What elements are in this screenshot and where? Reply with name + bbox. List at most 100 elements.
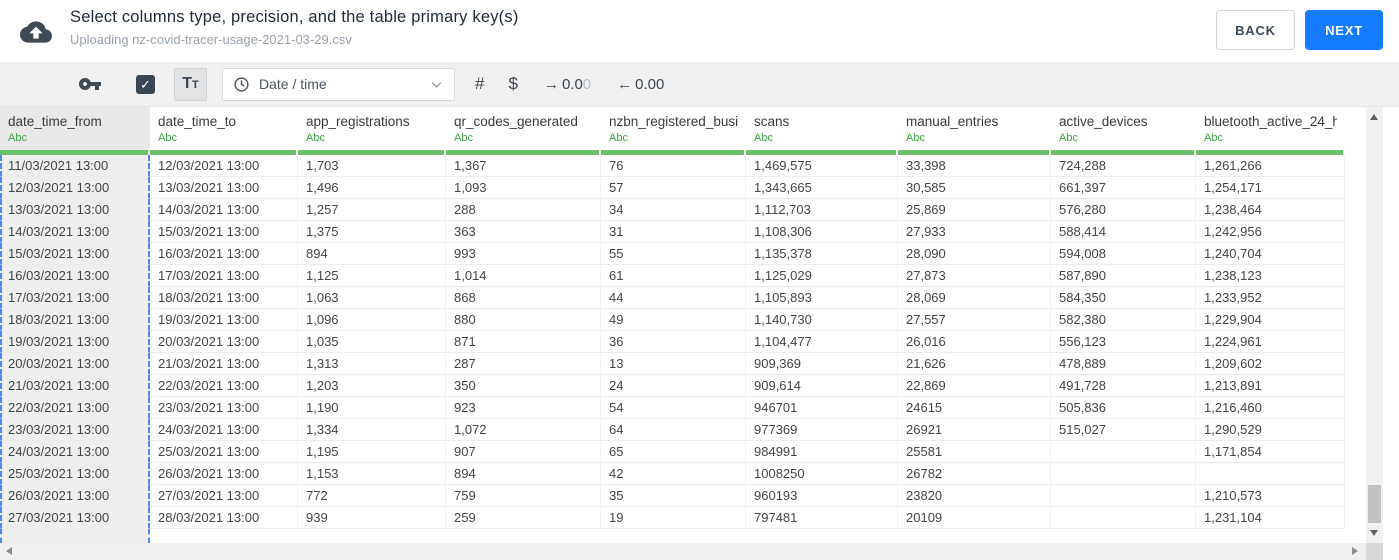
scroll-up-icon[interactable]: [1370, 114, 1378, 120]
table-cell[interactable]: 1,072: [446, 419, 601, 441]
table-cell[interactable]: 1,153: [298, 463, 446, 485]
table-cell[interactable]: 491,728: [1051, 375, 1196, 397]
table-cell[interactable]: 25/03/2021 13:00: [150, 441, 298, 463]
table-cell[interactable]: 1,195: [298, 441, 446, 463]
table-cell[interactable]: 20/03/2021 13:00: [150, 331, 298, 353]
table-cell[interactable]: 909,369: [746, 353, 898, 375]
table-cell[interactable]: 1,093: [446, 177, 601, 199]
table-cell[interactable]: 23/03/2021 13:00: [150, 397, 298, 419]
table-cell[interactable]: 1,313: [298, 353, 446, 375]
table-cell[interactable]: [1051, 463, 1196, 485]
table-cell[interactable]: 1,257: [298, 199, 446, 221]
table-cell[interactable]: 894: [298, 243, 446, 265]
table-cell[interactable]: 19/03/2021 13:00: [150, 309, 298, 331]
table-cell[interactable]: 1,171,854: [1196, 441, 1345, 463]
column-header-scans[interactable]: scans Abc: [746, 107, 898, 155]
table-cell[interactable]: 16/03/2021 13:00: [0, 265, 150, 287]
table-cell[interactable]: 61: [601, 265, 746, 287]
table-cell[interactable]: 288: [446, 199, 601, 221]
table-cell[interactable]: 1,108,306: [746, 221, 898, 243]
table-cell[interactable]: 772: [298, 485, 446, 507]
table-cell[interactable]: 576,280: [1051, 199, 1196, 221]
table-cell[interactable]: 23820: [898, 485, 1051, 507]
table-cell[interactable]: 868: [446, 287, 601, 309]
table-cell[interactable]: 30,585: [898, 177, 1051, 199]
table-cell[interactable]: 14/03/2021 13:00: [150, 199, 298, 221]
table-cell[interactable]: 13/03/2021 13:00: [0, 199, 150, 221]
table-cell[interactable]: 24/03/2021 13:00: [150, 419, 298, 441]
table-cell[interactable]: 724,288: [1051, 155, 1196, 177]
column-header-nzbn_registered_busine[interactable]: nzbn_registered_busine Abc: [601, 107, 746, 155]
table-cell[interactable]: 15/03/2021 13:00: [0, 243, 150, 265]
table-cell[interactable]: 36: [601, 331, 746, 353]
table-cell[interactable]: 1,210,573: [1196, 485, 1345, 507]
table-cell[interactable]: 24/03/2021 13:00: [0, 441, 150, 463]
table-cell[interactable]: 18/03/2021 13:00: [0, 309, 150, 331]
table-cell[interactable]: 12/03/2021 13:00: [0, 177, 150, 199]
table-cell[interactable]: 22,869: [898, 375, 1051, 397]
table-cell[interactable]: 33,398: [898, 155, 1051, 177]
table-cell[interactable]: 1,233,952: [1196, 287, 1345, 309]
table-cell[interactable]: [1051, 507, 1196, 529]
table-cell[interactable]: 1,290,529: [1196, 419, 1345, 441]
scroll-down-icon[interactable]: [1370, 530, 1378, 536]
table-cell[interactable]: 24: [601, 375, 746, 397]
table-cell[interactable]: [1196, 463, 1345, 485]
table-cell[interactable]: 25,869: [898, 199, 1051, 221]
table-cell[interactable]: 55: [601, 243, 746, 265]
column-header-active_devices[interactable]: active_devices Abc: [1051, 107, 1196, 155]
table-cell[interactable]: 923: [446, 397, 601, 419]
table-cell[interactable]: 350: [446, 375, 601, 397]
table-cell[interactable]: 1,375: [298, 221, 446, 243]
table-cell[interactable]: 515,027: [1051, 419, 1196, 441]
table-cell[interactable]: 64: [601, 419, 746, 441]
table-cell[interactable]: 871: [446, 331, 601, 353]
table-cell[interactable]: 13/03/2021 13:00: [150, 177, 298, 199]
table-cell[interactable]: 27,557: [898, 309, 1051, 331]
table-cell[interactable]: 1,014: [446, 265, 601, 287]
table-cell[interactable]: 1,703: [298, 155, 446, 177]
table-cell[interactable]: 1,209,602: [1196, 353, 1345, 375]
table-cell[interactable]: 19: [601, 507, 746, 529]
scroll-left-icon[interactable]: [6, 547, 12, 555]
table-cell[interactable]: 15/03/2021 13:00: [150, 221, 298, 243]
table-cell[interactable]: 588,414: [1051, 221, 1196, 243]
text-type-button[interactable]: Tt: [174, 67, 207, 101]
table-cell[interactable]: 1,240,704: [1196, 243, 1345, 265]
table-cell[interactable]: 17/03/2021 13:00: [0, 287, 150, 309]
table-cell[interactable]: 1,096: [298, 309, 446, 331]
table-cell[interactable]: 587,890: [1051, 265, 1196, 287]
table-cell[interactable]: 31: [601, 221, 746, 243]
table-cell[interactable]: 880: [446, 309, 601, 331]
table-cell[interactable]: 946701: [746, 397, 898, 419]
next-button[interactable]: NEXT: [1305, 10, 1383, 50]
table-cell[interactable]: 17/03/2021 13:00: [150, 265, 298, 287]
column-header-qr_codes_generated[interactable]: qr_codes_generated Abc: [446, 107, 601, 155]
table-cell[interactable]: 57: [601, 177, 746, 199]
table-cell[interactable]: 909,614: [746, 375, 898, 397]
table-cell[interactable]: 25/03/2021 13:00: [0, 463, 150, 485]
table-cell[interactable]: 28,090: [898, 243, 1051, 265]
table-cell[interactable]: 582,380: [1051, 309, 1196, 331]
table-cell[interactable]: 65: [601, 441, 746, 463]
vertical-scrollbar-thumb[interactable]: [1368, 485, 1381, 523]
table-cell[interactable]: 363: [446, 221, 601, 243]
table-cell[interactable]: [1051, 441, 1196, 463]
column-header-app_registrations[interactable]: app_registrations Abc: [298, 107, 446, 155]
table-cell[interactable]: 993: [446, 243, 601, 265]
table-cell[interactable]: 44: [601, 287, 746, 309]
table-cell[interactable]: 1,035: [298, 331, 446, 353]
table-cell[interactable]: 1,140,730: [746, 309, 898, 331]
table-cell[interactable]: 27/03/2021 13:00: [0, 507, 150, 529]
table-cell[interactable]: 1,216,460: [1196, 397, 1345, 419]
table-cell[interactable]: 76: [601, 155, 746, 177]
table-cell[interactable]: 27,873: [898, 265, 1051, 287]
table-cell[interactable]: 1,367: [446, 155, 601, 177]
include-column-checkbox[interactable]: ✓: [136, 74, 155, 94]
table-cell[interactable]: 1,229,904: [1196, 309, 1345, 331]
table-cell[interactable]: 1,203: [298, 375, 446, 397]
table-cell[interactable]: 26/03/2021 13:00: [150, 463, 298, 485]
table-cell[interactable]: 759: [446, 485, 601, 507]
table-cell[interactable]: 1,254,171: [1196, 177, 1345, 199]
horizontal-scrollbar[interactable]: [0, 543, 1366, 560]
